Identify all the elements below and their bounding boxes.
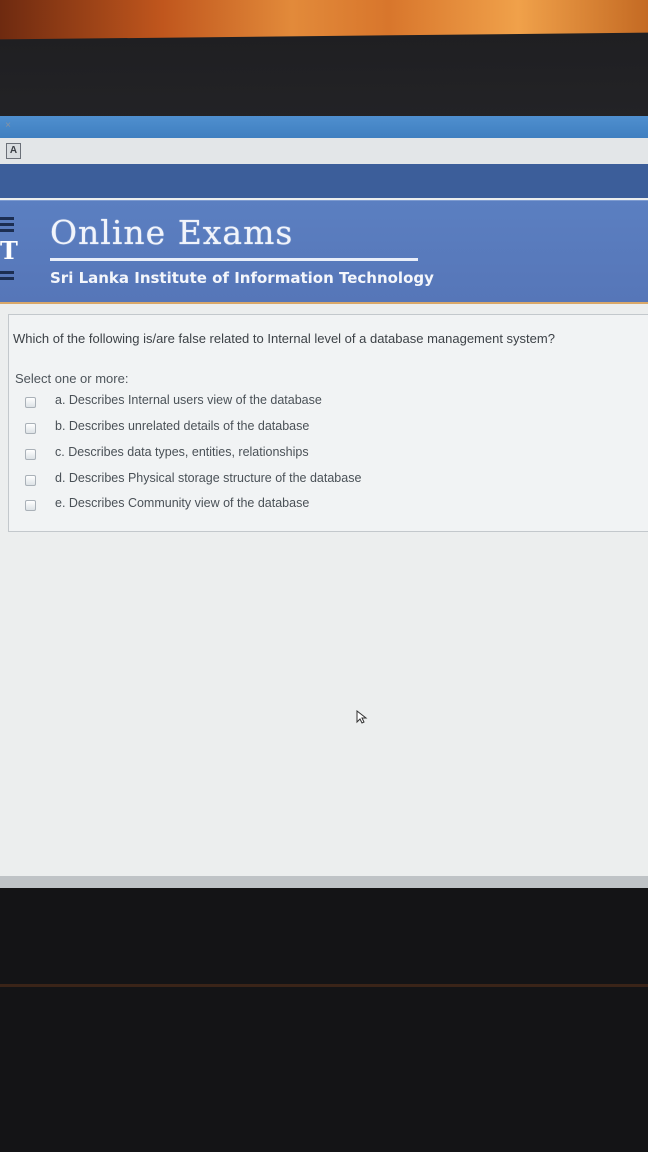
answer-label[interactable]: d. Describes Physical storage structure …: [55, 471, 361, 485]
laptop-hinge: [0, 984, 648, 987]
site-banner: T Online Exams Sri Lanka Institute of In…: [0, 200, 648, 303]
site-title: Online Exams: [50, 213, 294, 252]
answer-label[interactable]: c. Describes data types, entities, relat…: [55, 445, 309, 459]
institute-name: Sri Lanka Institute of Information Techn…: [50, 269, 434, 287]
browser-title-strip: ×: [0, 116, 648, 138]
app-icon[interactable]: A: [6, 143, 21, 159]
answer-option-b[interactable]: b. Describes unrelated details of the da…: [9, 419, 609, 441]
mouse-pointer-icon: [356, 709, 368, 727]
answer-option-c[interactable]: c. Describes data types, entities, relat…: [9, 445, 609, 467]
answer-label[interactable]: a. Describes Internal users view of the …: [55, 393, 322, 407]
answer-option-a[interactable]: a. Describes Internal users view of the …: [9, 393, 609, 415]
select-instruction: Select one or more:: [15, 371, 129, 386]
close-icon[interactable]: ×: [2, 120, 14, 132]
divider: [0, 302, 648, 304]
laptop-bezel: [0, 32, 648, 124]
answer-option-d[interactable]: d. Describes Physical storage structure …: [9, 471, 609, 493]
question-panel: Which of the following is/are false rela…: [8, 314, 648, 532]
answer-label[interactable]: e. Describes Community view of the datab…: [55, 496, 309, 510]
checkbox[interactable]: [25, 449, 36, 460]
screen: × A T Online Exams Sri Lanka Institute o…: [0, 116, 648, 888]
screen-bottom-edge: [0, 876, 648, 888]
answer-label[interactable]: b. Describes unrelated details of the da…: [55, 419, 309, 433]
checkbox[interactable]: [25, 500, 36, 511]
answer-option-e[interactable]: e. Describes Community view of the datab…: [9, 496, 609, 518]
header-band: [0, 164, 648, 198]
title-underline: [50, 258, 418, 261]
checkbox[interactable]: [25, 397, 36, 408]
browser-toolbar: A: [0, 138, 648, 165]
question-text: Which of the following is/are false rela…: [13, 331, 555, 346]
checkbox[interactable]: [25, 475, 36, 486]
institute-logo: T: [0, 217, 18, 287]
checkbox[interactable]: [25, 423, 36, 434]
logo-letter: T: [0, 236, 18, 265]
